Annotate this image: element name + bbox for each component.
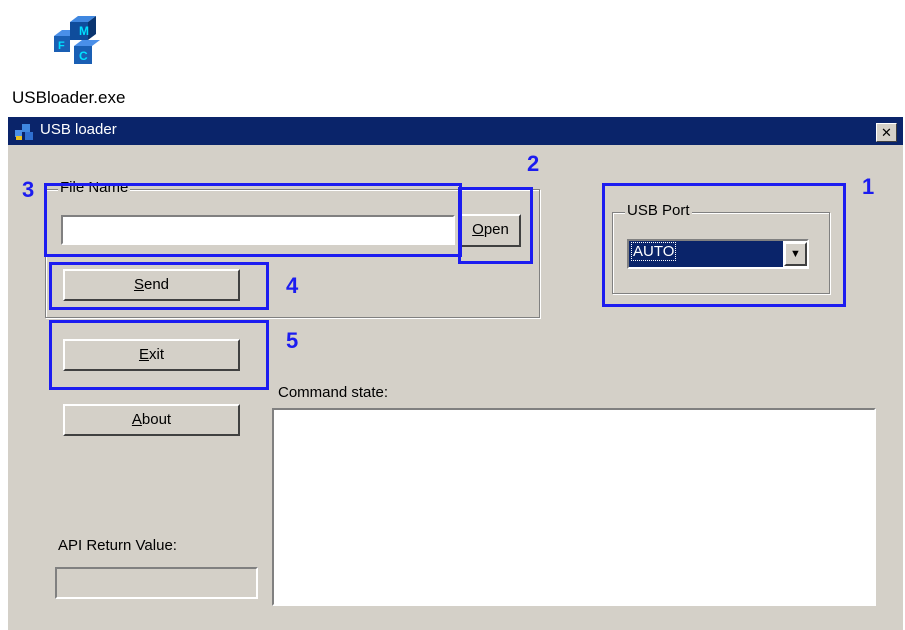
usbloader-app-icon: M F C <box>54 16 100 64</box>
highlight-exit <box>49 320 269 390</box>
highlight-usb-port <box>602 183 846 307</box>
command-state-textarea[interactable] <box>272 408 876 606</box>
title-bar[interactable]: USB loader ✕ <box>8 117 903 145</box>
annotation-2: 2 <box>527 151 540 176</box>
highlight-open <box>458 187 533 264</box>
svg-text:F: F <box>58 40 65 52</box>
desktop-icon-label[interactable]: USBloader.exe <box>12 88 125 108</box>
api-return-label: API Return Value: <box>58 537 177 554</box>
about-button[interactable]: About <box>63 404 240 436</box>
annotation-1: 1 <box>862 174 875 199</box>
about-label: bout <box>141 411 172 428</box>
annotation-5: 5 <box>286 328 299 353</box>
svg-text:M: M <box>79 24 89 38</box>
annotation-3: 3 <box>22 177 35 202</box>
window-title: USB loader <box>40 121 117 138</box>
about-mnemonic: A <box>131 411 142 428</box>
usbloader-desktop-icon[interactable]: M F C <box>48 14 108 74</box>
highlight-send <box>49 262 269 310</box>
svg-text:C: C <box>79 49 88 63</box>
close-icon: ✕ <box>881 125 892 140</box>
command-state-label: Command state: <box>278 384 389 401</box>
annotation-4: 4 <box>286 273 299 298</box>
highlight-file-name <box>44 183 462 257</box>
api-return-field <box>55 567 258 599</box>
close-button[interactable]: ✕ <box>876 123 897 142</box>
usbloader-small-icon <box>15 124 33 140</box>
